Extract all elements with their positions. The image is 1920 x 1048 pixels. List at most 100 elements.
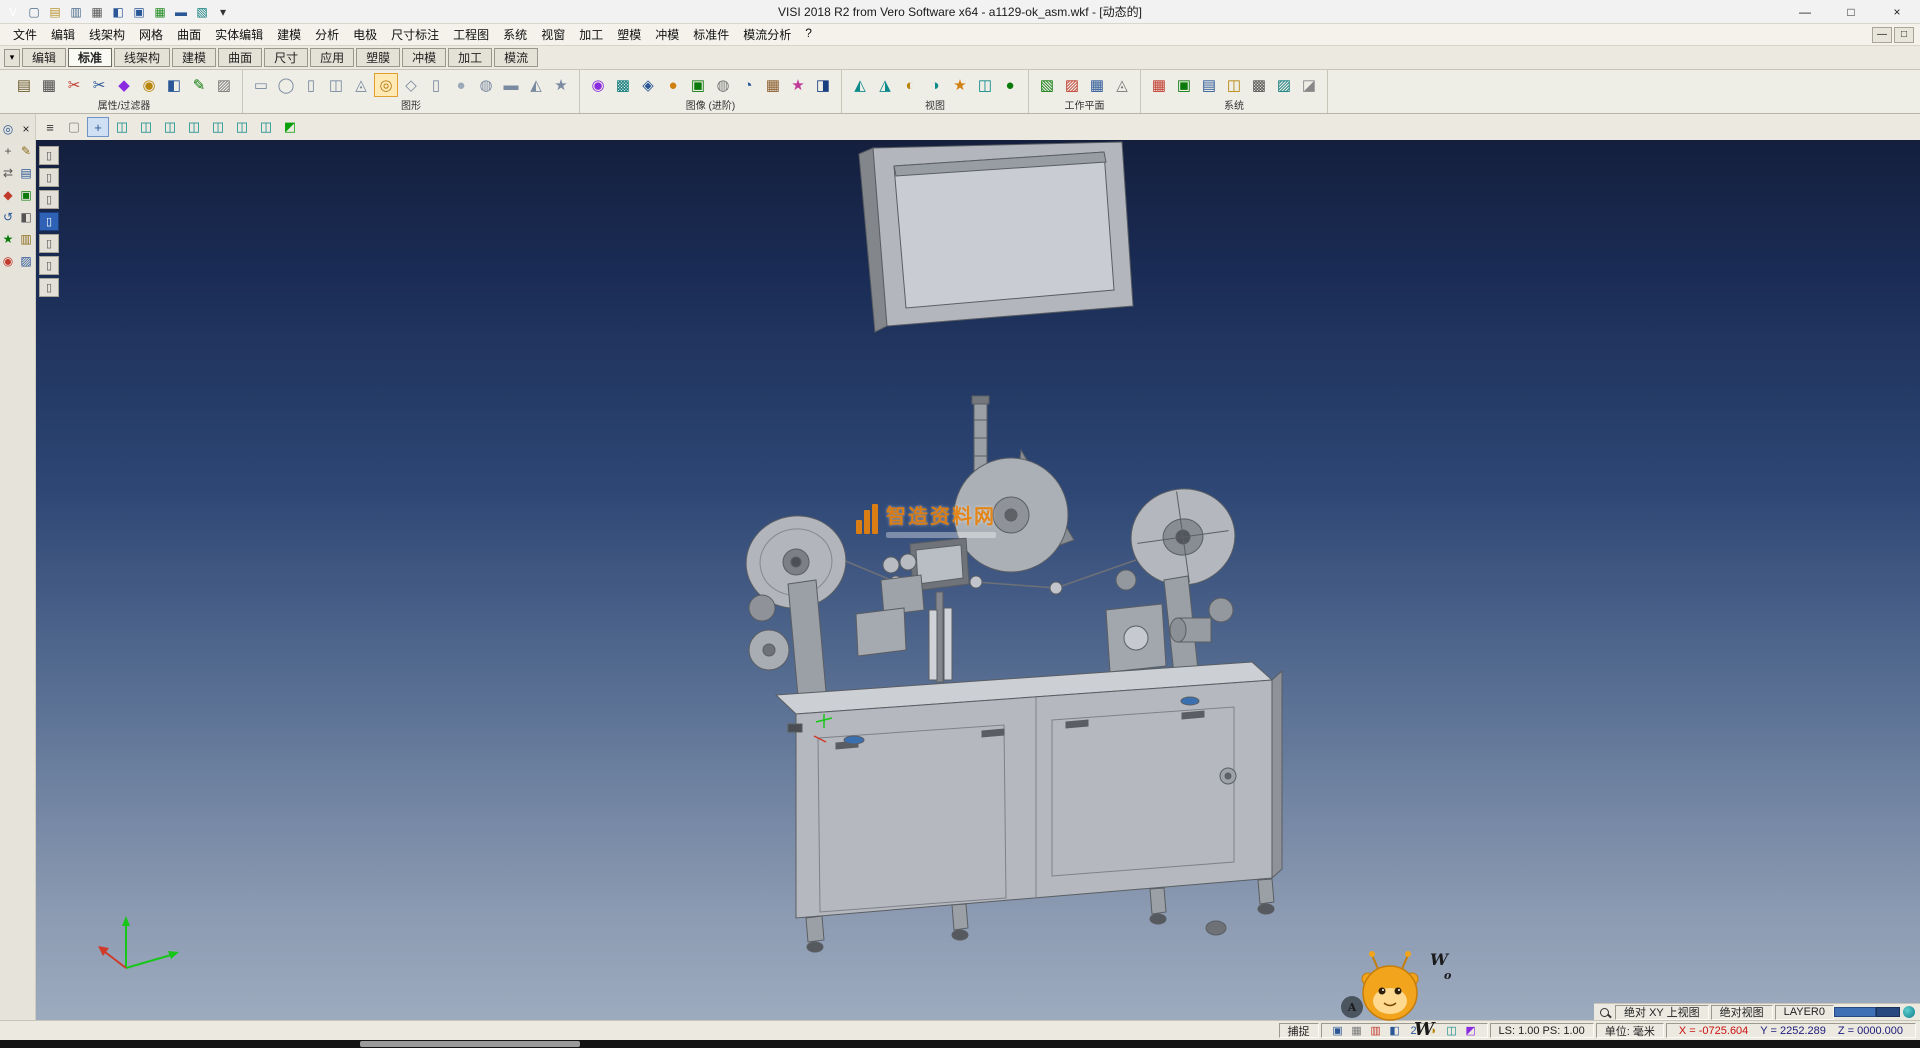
background-icon[interactable]: ▦ bbox=[761, 73, 785, 97]
minimize-button[interactable]: — bbox=[1782, 0, 1828, 24]
mask-icon[interactable]: ◧ bbox=[162, 73, 186, 97]
system-hatch-icon[interactable]: ▨ bbox=[1272, 73, 1296, 97]
paint-icon[interactable]: ◆ bbox=[0, 186, 17, 203]
toolbar-tab[interactable]: 标准 bbox=[68, 48, 112, 67]
clipboard-slot-5[interactable]: ▯ bbox=[39, 234, 59, 253]
ucs-icon[interactable]: ★ bbox=[0, 230, 17, 247]
layer-color-bar[interactable] bbox=[1834, 1007, 1876, 1017]
view-mode-segment[interactable]: 绝对 XY 上视图 bbox=[1615, 1005, 1709, 1020]
window-layout-icon[interactable]: ◧ bbox=[109, 3, 127, 21]
clipboard-slot-7[interactable]: ▯ bbox=[39, 278, 59, 297]
absolute-view-segment[interactable]: 绝对视图 bbox=[1711, 1005, 1773, 1020]
clipboard-slot-6[interactable]: ▯ bbox=[39, 256, 59, 275]
gem-icon[interactable]: ◈ bbox=[636, 73, 660, 97]
palette-icon[interactable]: ▨ bbox=[18, 252, 35, 269]
light-icon[interactable]: ● bbox=[661, 73, 685, 97]
circle-icon[interactable]: ◯ bbox=[274, 73, 298, 97]
view-cube-front-icon[interactable]: ◫ bbox=[135, 117, 157, 137]
menu-item[interactable]: 塑模 bbox=[610, 26, 648, 43]
toolbar-tab[interactable]: 加工 bbox=[448, 48, 492, 67]
system-slab-icon[interactable]: ◪ bbox=[1297, 73, 1321, 97]
machine-3d-model[interactable] bbox=[739, 142, 1282, 952]
units-readout[interactable]: 单位: 毫米 bbox=[1596, 1023, 1664, 1038]
open-file-icon[interactable]: ▤ bbox=[46, 3, 64, 21]
sheet-icon[interactable]: ▥ bbox=[18, 230, 35, 247]
zoom-window-icon[interactable]: ◮ bbox=[873, 73, 897, 97]
toolbar-tab[interactable]: 塑膜 bbox=[356, 48, 400, 67]
render-icon[interactable]: ◉ bbox=[586, 73, 610, 97]
cube-icon[interactable]: ◫ bbox=[324, 73, 348, 97]
maximize-button[interactable]: □ bbox=[1828, 0, 1874, 24]
workplane-xy-icon[interactable]: ▧ bbox=[1035, 73, 1059, 97]
menu-item[interactable]: 加工 bbox=[572, 26, 610, 43]
3d-canvas[interactable]: 智造资料网 bbox=[36, 140, 1920, 1020]
system-colors-icon[interactable]: ▦ bbox=[1147, 73, 1171, 97]
menu-item[interactable]: 系统 bbox=[496, 26, 534, 43]
ink-icon[interactable]: ◉ bbox=[137, 73, 161, 97]
clipboard-slot-2[interactable]: ▯ bbox=[39, 168, 59, 187]
prism-icon[interactable]: ◇ bbox=[399, 73, 423, 97]
menu-item[interactable]: 编辑 bbox=[44, 26, 82, 43]
axis-mode-icon[interactable]: + bbox=[87, 117, 109, 137]
document-restore-button[interactable]: □ bbox=[1894, 27, 1914, 43]
material-icon[interactable]: ▣ bbox=[686, 73, 710, 97]
edit-icon[interactable]: ✎ bbox=[18, 142, 35, 159]
view-cube-top-icon[interactable]: ◫ bbox=[159, 117, 181, 137]
view-cube-back-icon[interactable]: ◫ bbox=[231, 117, 253, 137]
import-icon[interactable]: ▥ bbox=[67, 3, 85, 21]
system-files-icon[interactable]: ▤ bbox=[1197, 73, 1221, 97]
toolbar-tab[interactable]: 尺寸 bbox=[264, 48, 308, 67]
menu-item[interactable]: 网格 bbox=[132, 26, 170, 43]
grid-icon[interactable]: ▦ bbox=[151, 3, 169, 21]
toolbar-tab[interactable]: 线架构 bbox=[114, 48, 170, 67]
workplane-xz-icon[interactable]: ▨ bbox=[1060, 73, 1084, 97]
toolbar-tab[interactable]: 模流 bbox=[494, 48, 538, 67]
view-cube-right-icon[interactable]: ◫ bbox=[207, 117, 229, 137]
element-filter-icon[interactable]: ▤ bbox=[12, 73, 36, 97]
delete-icon[interactable]: × bbox=[18, 120, 35, 137]
cut-red-icon[interactable]: ✂ bbox=[62, 73, 86, 97]
toolbar-tab[interactable]: 应用 bbox=[310, 48, 354, 67]
refresh-icon[interactable]: ↺ bbox=[0, 208, 17, 225]
shaded-mode-icon[interactable]: ◎ bbox=[374, 73, 398, 97]
menu-item[interactable]: 模流分析 bbox=[736, 26, 798, 43]
view-cube-left-icon[interactable]: ◫ bbox=[183, 117, 205, 137]
view-cube-iso-icon[interactable]: ◫ bbox=[111, 117, 133, 137]
app-logo-icon[interactable]: V bbox=[4, 3, 22, 21]
system-cube-icon[interactable]: ◫ bbox=[1222, 73, 1246, 97]
toolbar-tab[interactable]: 建模 bbox=[172, 48, 216, 67]
tube-icon[interactable]: ▯ bbox=[424, 73, 448, 97]
close-button[interactable]: × bbox=[1874, 0, 1920, 24]
camera-icon[interactable]: ● bbox=[998, 73, 1022, 97]
split-view-icon[interactable]: ◨ bbox=[811, 73, 835, 97]
menu-item[interactable]: 文件 bbox=[6, 26, 44, 43]
menu-item[interactable]: 建模 bbox=[270, 26, 308, 43]
sparkle-icon[interactable]: ★ bbox=[786, 73, 810, 97]
notes-icon[interactable]: ▤ bbox=[18, 164, 35, 181]
layer-color-bar-secondary[interactable] bbox=[1876, 1007, 1900, 1017]
texture-icon[interactable]: ▩ bbox=[611, 73, 635, 97]
taskbar-item[interactable] bbox=[360, 1041, 580, 1047]
crosshair-icon[interactable]: + bbox=[0, 142, 17, 159]
menu-item[interactable]: ? bbox=[798, 26, 819, 40]
hatch-icon[interactable]: ▨ bbox=[212, 73, 236, 97]
workplane-free-icon[interactable]: ◬ bbox=[1110, 73, 1134, 97]
print-style-icon[interactable]: ▦ bbox=[37, 73, 61, 97]
cut-blue-icon[interactable]: ✂ bbox=[87, 73, 111, 97]
table-icon[interactable]: ▧ bbox=[193, 3, 211, 21]
pen-icon[interactable]: ✎ bbox=[187, 73, 211, 97]
ring-icon[interactable]: ◍ bbox=[474, 73, 498, 97]
menu-item[interactable]: 电极 bbox=[346, 26, 384, 43]
cylinder-icon[interactable]: ▯ bbox=[299, 73, 323, 97]
viewport-menu-icon[interactable]: ≡ bbox=[39, 117, 61, 137]
system-grid-icon[interactable]: ▩ bbox=[1247, 73, 1271, 97]
exposure-icon[interactable]: ◔ bbox=[736, 73, 760, 97]
clipboard-slot-1[interactable]: ▯ bbox=[39, 146, 59, 165]
menu-item[interactable]: 实体编辑 bbox=[208, 26, 270, 43]
zoom-all-icon[interactable]: ◭ bbox=[848, 73, 872, 97]
sphere-icon[interactable]: ● bbox=[449, 73, 473, 97]
toolbar-tab[interactable]: 冲模 bbox=[402, 48, 446, 67]
clipboard-slot-4[interactable]: ▯ bbox=[39, 212, 59, 231]
toolbar-tab[interactable]: 编辑 bbox=[22, 48, 66, 67]
view-cube-shaded-icon[interactable]: ◩ bbox=[279, 117, 301, 137]
